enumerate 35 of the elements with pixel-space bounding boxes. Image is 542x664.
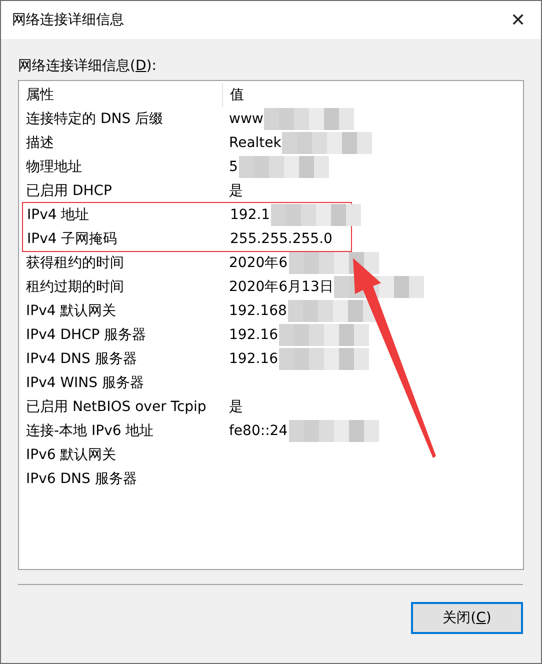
value-cell-text: Realtek — [228, 135, 282, 151]
value-cell-text: 5 — [228, 159, 238, 175]
property-cell-text: IPv4 地址 — [26, 206, 90, 224]
value-cell-text: www — [228, 111, 264, 127]
value-cell-text: 2020年6 — [228, 254, 288, 272]
property-cell-text: 连接特定的 DNS 后缀 — [25, 110, 164, 128]
value-cell-text: 192.16 — [228, 351, 278, 367]
property-cell-text: IPv4 默认网关 — [25, 302, 118, 320]
close-button[interactable]: ✕ — [495, 1, 541, 39]
property-cell-text: IPv6 DNS 服务器 — [25, 470, 138, 488]
property-cell-text: 租约过期的时间 — [25, 278, 125, 296]
window-title: 网络连接详细信息 — [12, 11, 124, 29]
column-header[interactable]: 值 — [222, 83, 523, 107]
property-cell-text: IPv4 DNS 服务器 — [25, 350, 138, 368]
value-cell-text: 192.1 — [229, 207, 270, 223]
property-cell-text: 描述 — [25, 134, 55, 152]
value-cell-text: 是 — [228, 182, 243, 200]
value-cell-text: 是 — [228, 398, 243, 416]
column-header[interactable]: 属性 — [19, 83, 222, 107]
value-cell-text: 192.168 — [228, 303, 287, 319]
value-cell-text: 255.255.255.0 — [229, 231, 332, 247]
value-cell-text: fe80::24 — [228, 423, 288, 439]
property-cell-text: IPv4 子网掩码 — [26, 230, 118, 248]
property-cell-text: 已启用 NetBIOS over Tcpip — [25, 398, 208, 416]
property-cell-text: IPv4 WINS 服务器 — [25, 374, 145, 392]
value-cell-text: 192.16 — [228, 327, 278, 343]
property-cell-text: 获得租约的时间 — [25, 254, 125, 272]
property-cell-text: IPv6 默认网关 — [25, 446, 118, 464]
property-cell-text: 物理地址 — [25, 158, 83, 176]
value-cell-text: 2020年6月13日 — [228, 278, 334, 296]
property-cell-text: IPv4 DHCP 服务器 — [25, 326, 148, 344]
property-cell-text: 已启用 DHCP — [25, 182, 113, 200]
property-cell-text: 连接-本地 IPv6 地址 — [25, 422, 155, 440]
close-dialog-button[interactable]: 关闭(C) — [411, 602, 523, 634]
list-label: 网络连接详细信息(D): — [18, 57, 158, 75]
